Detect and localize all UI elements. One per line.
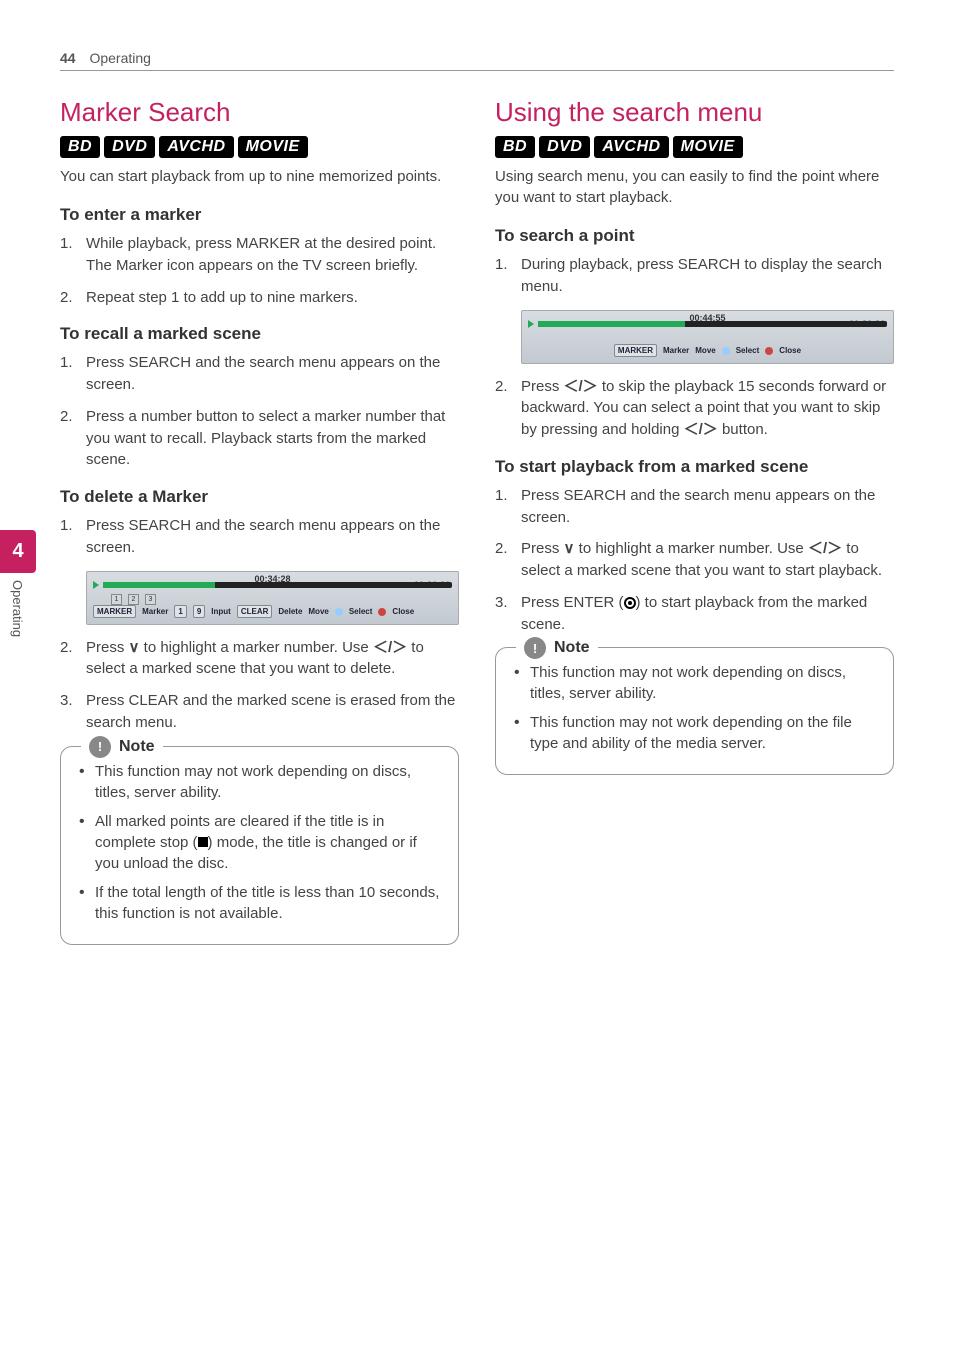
subsection-title: To start playback from a marked scene xyxy=(495,457,894,477)
hint-label: Select xyxy=(736,346,760,355)
down-arrow-icon: ∨ xyxy=(129,639,140,656)
note-header: ! Note xyxy=(81,736,163,758)
hint-label: Marker xyxy=(663,346,689,355)
step-item: Press SEARCH and the search menu appears… xyxy=(60,352,459,396)
intro-text: You can start playback from up to nine m… xyxy=(60,166,459,187)
search-menu-screenshot: 00:44:55 01:36:36 MARKER Marker Move Sel… xyxy=(521,310,894,364)
hint-marker: MARKER xyxy=(93,605,136,618)
left-right-arrow-icon: ＜/＞ xyxy=(373,639,407,656)
hint-label: Input xyxy=(211,607,231,616)
step-item: While playback, press MARKER at the desi… xyxy=(60,233,459,277)
subsection-title: To delete a Marker xyxy=(60,487,459,507)
hint-label: Move xyxy=(308,607,328,616)
format-tags: BD DVD AVCHD MOVIE xyxy=(60,136,459,158)
steps-list: Press ＜/＞ to skip the playback 15 second… xyxy=(495,376,894,441)
note-item: This function may not work depending on … xyxy=(512,662,877,704)
hint-label: Close xyxy=(779,346,801,355)
step-item: Press SEARCH and the search menu appears… xyxy=(60,515,459,559)
left-right-arrow-icon: ＜/＞ xyxy=(684,421,718,438)
section-title: Using the search menu xyxy=(495,97,894,128)
hint-marker: MARKER xyxy=(614,344,657,357)
format-tags: BD DVD AVCHD MOVIE xyxy=(495,136,894,158)
note-icon: ! xyxy=(524,637,546,659)
stop-icon xyxy=(198,837,208,847)
hint-label: Delete xyxy=(278,607,302,616)
close-dot-icon xyxy=(378,608,386,616)
note-label: Note xyxy=(119,738,155,756)
page-number: 44 xyxy=(60,50,76,66)
down-arrow-icon: ∨ xyxy=(564,540,575,557)
marker-badge: 2 xyxy=(128,594,139,605)
select-dot-icon xyxy=(335,608,343,616)
hint-clear: CLEAR xyxy=(237,605,273,618)
note-item: All marked points are cleared if the tit… xyxy=(77,811,442,874)
page-header: 44 Operating xyxy=(60,50,894,71)
step-item: Press ＜/＞ to skip the playback 15 second… xyxy=(495,376,894,441)
steps-list: Press SEARCH and the search menu appears… xyxy=(60,515,459,559)
section-title: Marker Search xyxy=(60,97,459,128)
note-box: ! Note This function may not work depend… xyxy=(60,746,459,945)
search-menu-screenshot: 00:34:28 01:36:36 1 2 3 MARKER Marker 1 … xyxy=(86,571,459,625)
left-column: Marker Search BD DVD AVCHD MOVIE You can… xyxy=(60,97,459,945)
step-item: During playback, press SEARCH to display… xyxy=(495,254,894,298)
format-movie: MOVIE xyxy=(238,136,308,158)
left-right-arrow-icon: ＜/＞ xyxy=(564,378,598,395)
step-item: Repeat step 1 to add up to nine markers. xyxy=(60,287,459,309)
play-icon xyxy=(93,581,99,589)
note-header: ! Note xyxy=(516,637,598,659)
steps-list: Press SEARCH and the search menu appears… xyxy=(495,485,894,636)
subsection-title: To enter a marker xyxy=(60,205,459,225)
step-item: Press ∨ to highlight a marker number. Us… xyxy=(495,538,894,582)
hint-label: Close xyxy=(392,607,414,616)
format-avchd: AVCHD xyxy=(594,136,668,158)
hint-num: 1 xyxy=(174,605,186,618)
left-right-arrow-icon: ＜/＞ xyxy=(808,540,842,557)
hint-num: 9 xyxy=(193,605,205,618)
steps-list: Press ∨ to highlight a marker number. Us… xyxy=(60,637,459,734)
format-avchd: AVCHD xyxy=(159,136,233,158)
note-item: If the total length of the title is less… xyxy=(77,882,442,924)
note-box: ! Note This function may not work depend… xyxy=(495,647,894,775)
intro-text: Using search menu, you can easily to fin… xyxy=(495,166,894,208)
hint-label: Marker xyxy=(142,607,168,616)
format-bd: BD xyxy=(495,136,535,158)
step-item: Press a number button to select a marker… xyxy=(60,406,459,471)
note-item: This function may not work depending on … xyxy=(512,712,877,754)
note-label: Note xyxy=(554,639,590,657)
enter-icon xyxy=(624,597,636,609)
note-icon: ! xyxy=(89,736,111,758)
step-item: Press SEARCH and the search menu appears… xyxy=(495,485,894,529)
right-column: Using the search menu BD DVD AVCHD MOVIE… xyxy=(495,97,894,945)
hint-label: Select xyxy=(349,607,373,616)
close-dot-icon xyxy=(765,347,773,355)
note-item: This function may not work depending on … xyxy=(77,761,442,803)
play-icon xyxy=(528,320,534,328)
step-item: Press ENTER () to start playback from th… xyxy=(495,592,894,636)
subsection-title: To search a point xyxy=(495,226,894,246)
format-dvd: DVD xyxy=(104,136,155,158)
steps-list: Press SEARCH and the search menu appears… xyxy=(60,352,459,471)
format-dvd: DVD xyxy=(539,136,590,158)
format-bd: BD xyxy=(60,136,100,158)
steps-list: While playback, press MARKER at the desi… xyxy=(60,233,459,308)
hint-label: Move xyxy=(695,346,715,355)
step-item: Press ∨ to highlight a marker number. Us… xyxy=(60,637,459,681)
marker-badge: 1 xyxy=(111,594,122,605)
header-section: Operating xyxy=(89,50,150,66)
format-movie: MOVIE xyxy=(673,136,743,158)
select-dot-icon xyxy=(722,347,730,355)
marker-badge: 3 xyxy=(145,594,156,605)
subsection-title: To recall a marked scene xyxy=(60,324,459,344)
step-item: Press CLEAR and the marked scene is eras… xyxy=(60,690,459,734)
steps-list: During playback, press SEARCH to display… xyxy=(495,254,894,298)
